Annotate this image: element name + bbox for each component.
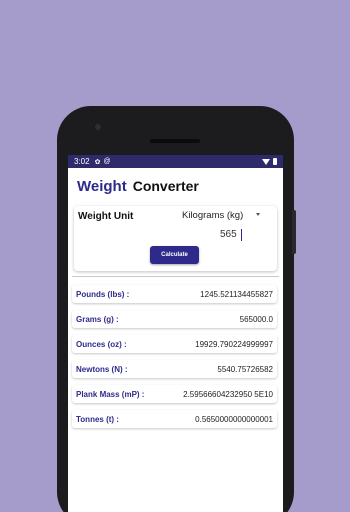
wifi-icon [262,159,270,165]
results-list: Pounds (lbs) : 1245.521134455827 Grams (… [72,285,277,435]
result-label: Tonnes (t) : [76,414,119,424]
result-label: Pounds (lbs) : [76,289,130,299]
phone-side-button [292,210,296,254]
unit-dropdown[interactable]: Kilograms (kg) [182,210,243,221]
battery-icon [273,158,277,165]
result-value: 1245.521134455827 [200,289,273,299]
result-label: Newtons (N) : [76,364,128,374]
result-row-tonnes: Tonnes (t) : 0.5650000000000001 [72,410,277,428]
front-camera [95,124,101,130]
chevron-down-icon[interactable] [256,213,260,216]
result-value: 565000.0 [239,314,273,324]
app-title: Weight Converter [68,168,283,204]
app-title-second: Converter [132,178,199,194]
result-row-plank-mass: Plank Mass (mP) : 2.59566604232950 5E10 [72,385,277,403]
status-bar: 3:02 ✿ @ [68,155,283,168]
app-screen: 3:02 ✿ @ Weight Converter Weight Unit Ki… [68,155,283,512]
earpiece-speaker [150,139,200,143]
result-value: 0.5650000000000001 [195,414,273,424]
status-time: 3:02 [74,157,90,166]
result-row-grams: Grams (g) : 565000.0 [72,310,277,328]
result-row-newtons: Newtons (N) : 5540.75726582 [72,360,277,378]
settings-icon: ✿ [94,158,101,166]
result-value: 19929.790224999997 [195,339,273,349]
result-label: Ounces (oz) : [76,339,127,349]
result-row-ounces: Ounces (oz) : 19929.790224999997 [72,335,277,353]
result-value: 2.59566604232950 5E10 [183,389,273,399]
weight-value-input[interactable] [220,229,242,241]
result-label: Plank Mass (mP) : [76,389,145,399]
result-label: Grams (g) : [76,314,119,324]
input-card: Weight Unit Kilograms (kg) Calculate [74,206,277,271]
result-value: 5540.75726582 [217,364,273,374]
calculate-button[interactable]: Calculate [150,246,199,264]
weight-unit-label: Weight Unit [78,211,134,222]
divider [72,276,279,277]
result-row-pounds: Pounds (lbs) : 1245.521134455827 [72,285,277,303]
at-icon: @ [103,158,111,165]
app-title-first: Weight [77,178,127,195]
